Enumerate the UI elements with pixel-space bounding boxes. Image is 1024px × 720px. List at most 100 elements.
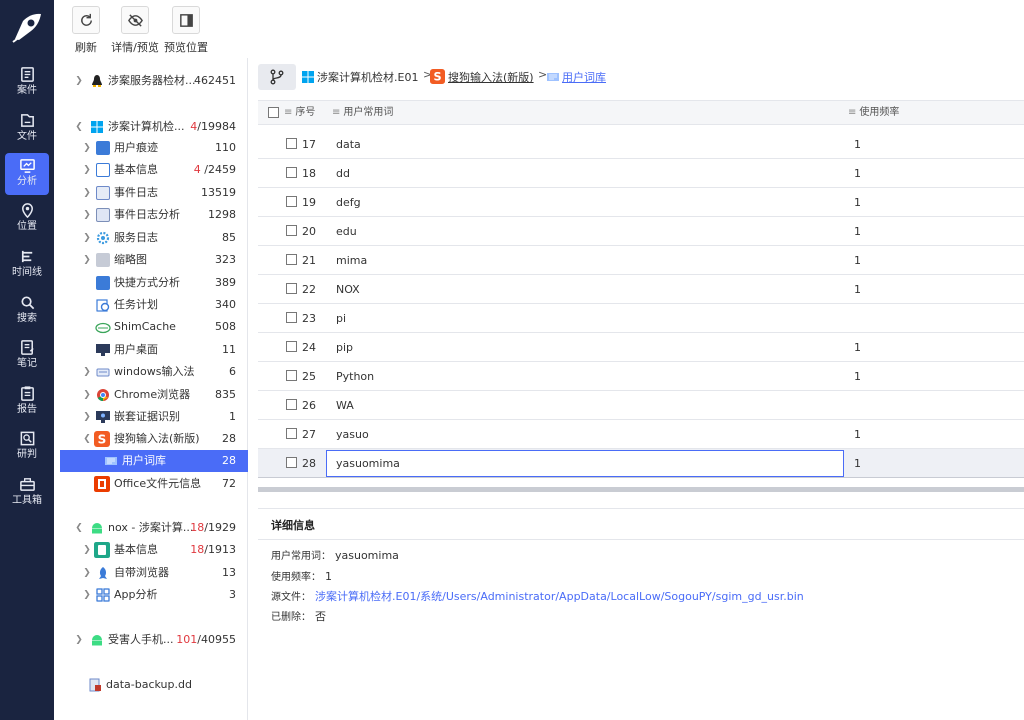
shimcache-icon [95,322,111,334]
tree-node[interactable]: Office文件元信息 72 [54,473,248,495]
tree-node[interactable]: 用户桌面 11 [54,339,248,361]
chevron-right-icon[interactable]: ❯ [82,182,92,204]
breadcrumb-item-current[interactable]: 用户词库 [547,69,606,85]
rail-item-search[interactable]: 搜索 [5,290,49,332]
chevron-right-icon[interactable]: ❯ [82,384,92,406]
table-row-selected[interactable]: 28 yasuomima 1 [258,449,1024,478]
tree-node[interactable]: ❮ 涉案计算机检... 4/19984 [54,116,248,138]
rail-item-case[interactable]: 案件 [5,62,49,104]
row-checkbox[interactable] [286,370,297,381]
row-checkbox[interactable] [286,167,297,178]
breadcrumb-item[interactable]: S 搜狗输入法(新版) [430,69,534,85]
table-row[interactable]: 26 WA [258,391,1024,420]
rail-item-report[interactable]: 报告 [5,381,49,423]
table-row[interactable]: 17 data 1 [258,130,1024,159]
table-row[interactable]: 27 yasuo 1 [258,420,1024,449]
tree-node[interactable]: 任务计划 340 [54,294,248,316]
tree-node[interactable]: ❯ 用户痕迹 110 [54,137,248,159]
rail-item-toolbox[interactable]: 工具箱 [5,472,49,514]
column-header-word[interactable]: ≡ 用户常用词 [332,101,393,125]
chevron-right-icon[interactable]: ❯ [82,539,92,561]
thumbnail-icon [96,253,110,267]
breadcrumb: 涉案计算机检材.E01 > S 搜狗输入法(新版) > 用户词库 [258,62,1024,92]
tree-node[interactable]: ❯ 事件日志 13519 [54,182,248,204]
tree-node[interactable]: ❮ S 搜狗输入法(新版) 28 [54,428,248,450]
tree-node[interactable]: data-backup.dd [54,674,248,696]
chevron-right-icon[interactable]: ❯ [82,204,92,226]
row-checkbox[interactable] [286,312,297,323]
rail-item-note[interactable]: 笔记 [5,335,49,377]
breadcrumb-item[interactable]: 涉案计算机检材.E01 [302,69,418,85]
row-checkbox[interactable] [286,225,297,236]
chevron-down-icon[interactable]: ❮ [74,517,84,539]
row-checkbox[interactable] [286,254,297,265]
table-row[interactable]: 19 defg 1 [258,188,1024,217]
rail-item-judge[interactable]: 研判 [5,426,49,468]
cell-edit-box[interactable] [326,450,844,477]
column-header-seq[interactable]: ≡ 序号 [284,101,315,125]
chevron-right-icon[interactable]: ❯ [74,629,84,651]
tree-node[interactable]: ❯ Chrome浏览器 835 [54,384,248,406]
row-checkbox[interactable] [286,399,297,410]
tree-node[interactable]: ❯ 服务日志 85 [54,227,248,249]
table-row[interactable]: 18 dd 1 [258,159,1024,188]
tree-node[interactable]: ❯ 受害人手机... 101/40955 [54,629,248,651]
tree-node[interactable]: ❯ 自带浏览器 13 [54,562,248,584]
row-checkbox[interactable] [286,457,297,468]
horizontal-scrollbar[interactable] [258,487,1024,492]
chevron-right-icon[interactable]: ❯ [82,361,92,383]
row-checkbox[interactable] [286,428,297,439]
tree-node[interactable]: ❯ 事件日志分析 1298 [54,204,248,226]
tree-count: 13519 [201,186,236,199]
select-all-checkbox[interactable] [268,107,279,118]
chevron-right-icon[interactable]: ❯ [74,70,84,92]
sogou-icon: S [430,69,445,84]
branch-button[interactable] [258,64,296,90]
preview-position-button[interactable]: 预览位置 [164,6,208,55]
row-checkbox[interactable] [286,138,297,149]
row-checkbox[interactable] [286,341,297,352]
tree-node[interactable]: ShimCache 508 [54,316,248,338]
table-row[interactable]: 23 pi [258,304,1024,333]
chevron-right-icon[interactable]: ❯ [82,584,92,606]
refresh-button[interactable]: 刷新 [72,6,100,55]
chevron-right-icon[interactable]: ❯ [82,137,92,159]
tree-node-selected[interactable]: 用户词库 28 [60,450,248,472]
rail-label: 案件 [17,85,37,96]
tree-node[interactable]: ❯ 基本信息 18/1913 [54,539,248,561]
table-row[interactable]: 21 mima 1 [258,246,1024,275]
row-checkbox[interactable] [286,196,297,207]
tree-node[interactable]: ❯ 缩略图 323 [54,249,248,271]
tree-node[interactable]: ❯ 基本信息 4 /2459 [54,159,248,181]
chevron-right-icon[interactable]: ❯ [82,562,92,584]
rail-item-file[interactable]: 文件 [5,108,49,150]
rail-item-location[interactable]: 位置 [5,198,49,240]
detail-field: 已删除：否 [271,610,326,623]
detail-preview-button[interactable]: 详情/预览 [110,6,160,55]
rail-item-analysis[interactable]: 分析 [5,153,49,195]
chevron-down-icon[interactable]: ❮ [74,116,84,138]
chevron-right-icon[interactable]: ❯ [82,406,92,428]
tree-node[interactable]: ❯ 嵌套证据识别 1 [54,406,248,428]
rail-label: 时间线 [12,267,42,278]
table-row[interactable]: 20 edu 1 [258,217,1024,246]
tree-node[interactable]: ❯ windows输入法 6 [54,361,248,383]
table-row[interactable]: 25 Python 1 [258,362,1024,391]
table-row[interactable]: 22 NOX 1 [258,275,1024,304]
desktop-icon [96,344,110,356]
tree-node[interactable]: ❯ App分析 3 [54,584,248,606]
timeline-icon [21,250,32,263]
column-header-freq[interactable]: ≡ 使用频率 [848,101,899,125]
row-checkbox[interactable] [286,283,297,294]
tree-node[interactable]: ❯ 涉案服务器检材... 462451 [54,70,248,92]
tree-node[interactable]: ❮ nox - 涉案计算... 18/1929 [54,517,248,539]
chevron-right-icon[interactable]: ❯ [82,249,92,271]
android-icon [92,635,102,646]
chevron-right-icon[interactable]: ❯ [82,227,92,249]
source-file-link[interactable]: 涉案计算机检材.E01/系统/Users/Administrator/AppDa… [315,590,804,603]
chevron-right-icon[interactable]: ❯ [82,159,92,181]
table-row[interactable]: 24 pip 1 [258,333,1024,362]
tree-node[interactable]: 快捷方式分析 389 [54,272,248,294]
chevron-down-icon[interactable]: ❮ [82,428,92,450]
rail-item-timeline[interactable]: 时间线 [5,244,49,286]
